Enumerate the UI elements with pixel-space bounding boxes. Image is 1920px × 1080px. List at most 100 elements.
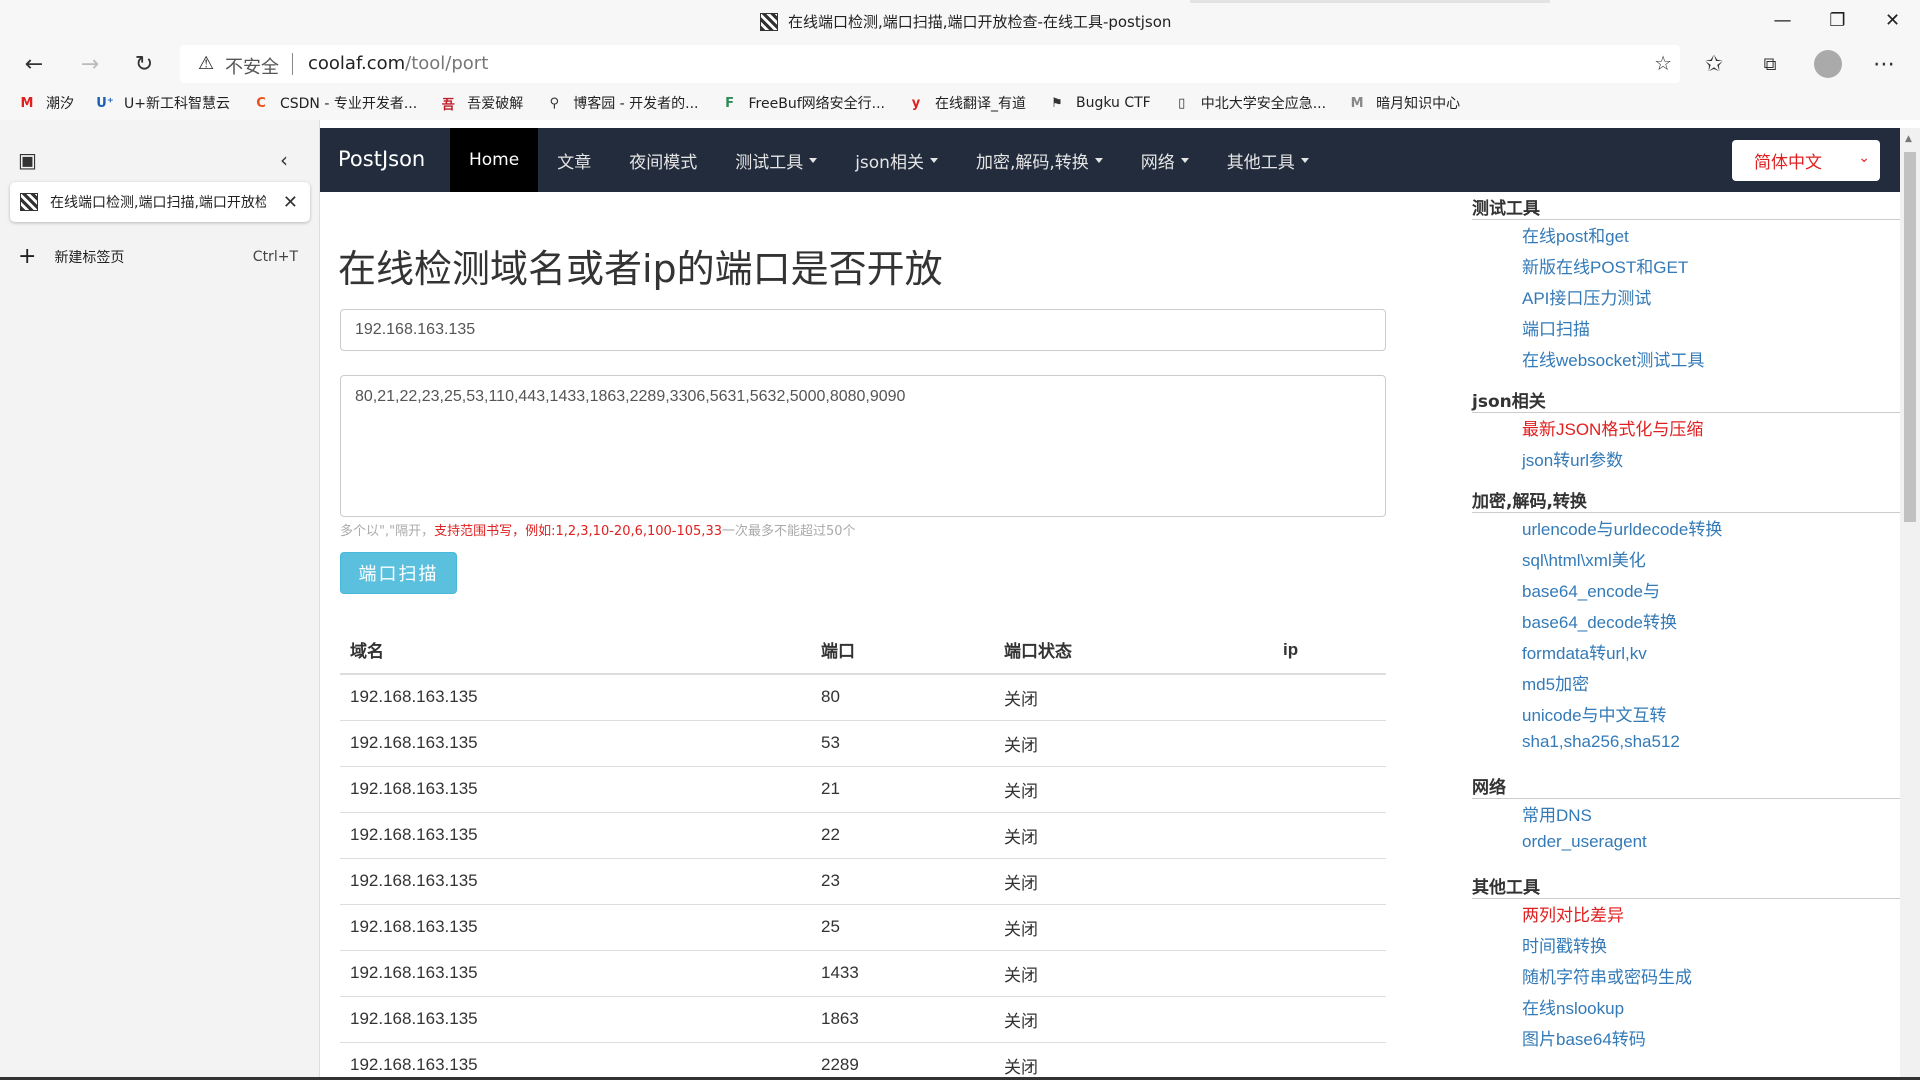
bookmark-icon: M: [20, 95, 34, 111]
url-text[interactable]: coolaf.com/tool/port: [308, 53, 488, 74]
minimize-button[interactable]: —: [1755, 0, 1810, 40]
sidebar-section-title: 测试工具: [1472, 192, 1900, 220]
more-menu-icon[interactable]: ⋯: [1866, 46, 1902, 82]
nav-item[interactable]: Home: [450, 128, 539, 192]
bookmark-item[interactable]: ⚲ 博客园 - 开发者的...: [545, 93, 698, 113]
table-cell: 关闭: [994, 903, 1273, 950]
table-cell: [1273, 719, 1386, 766]
scrollbar-thumb[interactable]: [1904, 152, 1916, 522]
bookmark-item[interactable]: C CSDN - 专业开发者...: [252, 93, 417, 113]
favorites-icon[interactable]: ✩: [1696, 46, 1732, 82]
sidebar-link[interactable]: 随机字符串或密码生成: [1522, 963, 1692, 988]
scan-button[interactable]: 端口扫描: [340, 552, 457, 594]
page-scrollbar[interactable]: ▲: [1900, 128, 1920, 1080]
sidebar-link[interactable]: 时间戳转换: [1522, 932, 1607, 957]
nav-item[interactable]: 文章: [538, 128, 610, 192]
table-row: 192.168.163.135 80 关闭: [340, 673, 1386, 720]
table-cell: 192.168.163.135: [340, 765, 811, 812]
bookmark-item[interactable]: F FreeBuf网络安全行...: [721, 93, 885, 113]
nav-item-label: 网络: [1140, 152, 1175, 173]
sidebar-link[interactable]: sha1,sha256,sha512: [1522, 732, 1680, 752]
bookmark-item[interactable]: M 潮汐: [18, 93, 74, 113]
address-bar[interactable]: ⚠ 不安全 coolaf.com/tool/port ☆: [180, 45, 1680, 83]
tab-label: 在线端口检测,端口扫描,端口开放检查-在线工具-postjson: [50, 195, 266, 211]
sidebar-link[interactable]: 最新JSON格式化与压缩: [1522, 415, 1703, 440]
site-navbar: PostJson Home 文章 夜间模式 测试工具 json相关 加密,解码,转换 网络 其…: [320, 128, 1900, 192]
bookmark-label: U+新工科智慧云: [124, 96, 230, 112]
sidebar-link[interactable]: unicode与中文互转: [1522, 701, 1667, 726]
close-window-button[interactable]: ✕: [1865, 0, 1920, 40]
table-cell: [1273, 1041, 1386, 1080]
sidebar-link[interactable]: sql\html\xml美化: [1522, 546, 1646, 571]
bookmark-item[interactable]: 吾吾爱破解: [439, 93, 524, 113]
ports-textarea[interactable]: 80,21,22,23,25,53,110,443,1433,1863,2289…: [340, 375, 1386, 517]
bookmark-icon: ▯: [1178, 95, 1186, 111]
bookmark-item[interactable]: ▯ 中北大学安全应急...: [1173, 93, 1326, 113]
collections-icon[interactable]: ⧉: [1752, 46, 1788, 82]
results-table: 域名 端口 端口状态 ip 192.168.163.135 80 关闭 192.168.16…: [340, 626, 1386, 1080]
sidebar-link[interactable]: json转url参数: [1522, 446, 1623, 471]
table-cell: [1273, 765, 1386, 812]
sidebar-link[interactable]: 端口扫描: [1522, 315, 1590, 340]
table-cell: 关闭: [994, 995, 1273, 1042]
nav-item[interactable]: 网络: [1122, 128, 1208, 192]
forward-button[interactable]: →: [72, 46, 108, 82]
scroll-up-icon[interactable]: ▲: [1905, 134, 1912, 144]
refresh-button[interactable]: ↻: [126, 46, 162, 82]
tab-actions-icon[interactable]: ▣: [18, 148, 37, 172]
restore-button[interactable]: ❐: [1810, 0, 1865, 40]
back-button[interactable]: ←: [16, 46, 52, 82]
page-title: 在线检测域名或者ip的端口是否开放: [338, 247, 943, 291]
nav-item[interactable]: 其他工具: [1208, 128, 1328, 192]
site-brand[interactable]: PostJson: [338, 147, 425, 171]
nav-item[interactable]: 加密,解码,转换: [957, 128, 1122, 192]
sidebar-link[interactable]: API接口压力测试: [1522, 284, 1651, 309]
profile-avatar[interactable]: [1814, 50, 1842, 78]
sidebar-link[interactable]: base64_decode转换: [1522, 608, 1677, 633]
warning-icon[interactable]: ⚠: [198, 53, 214, 74]
window-title-text: 在线端口检测,端口扫描,端口开放检查-在线工具-postjson: [788, 13, 1172, 31]
sidebar-link[interactable]: 在线nslookup: [1522, 994, 1624, 1019]
bookmark-item[interactable]: M 暗月知识中心: [1348, 93, 1460, 113]
language-select[interactable]: 简体中文 ⌄: [1732, 140, 1880, 181]
table-cell: [1273, 673, 1386, 720]
sidebar-link[interactable]: 在线websocket测试工具: [1522, 346, 1704, 371]
sidebar-section-title: 网络: [1472, 771, 1900, 799]
bookmark-icon: y: [911, 95, 921, 111]
sidebar-link[interactable]: formdata转url,kv: [1522, 639, 1647, 664]
sidebar-link[interactable]: base64_encode与: [1522, 577, 1660, 602]
table-row: 192.168.163.135 53 关闭: [340, 719, 1386, 766]
table-cell: 23: [811, 857, 994, 904]
bookmark-item[interactable]: U⁺ U+新工科智慧云: [96, 93, 230, 113]
bookmark-label: 潮汐: [46, 96, 74, 112]
nav-item[interactable]: 夜间模式: [610, 128, 716, 192]
table-row: 192.168.163.135 2289 关闭: [340, 1041, 1386, 1080]
table-cell: 22: [811, 811, 994, 858]
bookmark-label: 在线翻译_有道: [934, 96, 1026, 112]
insecure-label[interactable]: 不安全: [225, 53, 279, 79]
sidebar-link[interactable]: 常用DNS: [1522, 801, 1592, 826]
tab-item-active[interactable]: 在线端口检测,端口扫描,端口开放检查-在线工具-postjson ✕: [10, 182, 310, 222]
bookmark-item[interactable]: y 在线翻译_有道: [907, 93, 1026, 113]
nav-item[interactable]: 测试工具: [716, 128, 836, 192]
nav-item[interactable]: json相关: [836, 128, 957, 192]
bookmark-item[interactable]: ⚑ Bugku CTF: [1048, 94, 1151, 112]
table-row: 192.168.163.135 21 关闭: [340, 765, 1386, 812]
sidebar-link[interactable]: md5加密: [1522, 670, 1589, 695]
close-tab-icon[interactable]: ✕: [283, 192, 298, 213]
sidebar-link[interactable]: 图片base64转码: [1522, 1025, 1646, 1050]
add-favorite-icon[interactable]: ☆: [1654, 51, 1672, 75]
table-cell: 关闭: [994, 811, 1273, 858]
host-input[interactable]: [340, 309, 1386, 351]
table-cell: 80: [811, 673, 994, 720]
sidebar-link[interactable]: 新版在线POST和GET: [1522, 253, 1688, 278]
collapse-panel-icon[interactable]: ‹: [280, 148, 288, 172]
table-cell: 192.168.163.135: [340, 995, 811, 1042]
table-cell: 关闭: [994, 673, 1273, 720]
bookmark-label: 中北大学安全应急...: [1200, 96, 1327, 112]
sidebar-link[interactable]: 在线post和get: [1522, 222, 1629, 247]
sidebar-link[interactable]: 两列对比差异: [1522, 901, 1624, 926]
sidebar-link[interactable]: urlencode与urldecode转换: [1522, 515, 1722, 540]
sidebar-link[interactable]: order_useragent: [1522, 832, 1647, 852]
new-tab-button[interactable]: + 新建标签页 Ctrl+T: [18, 244, 298, 269]
